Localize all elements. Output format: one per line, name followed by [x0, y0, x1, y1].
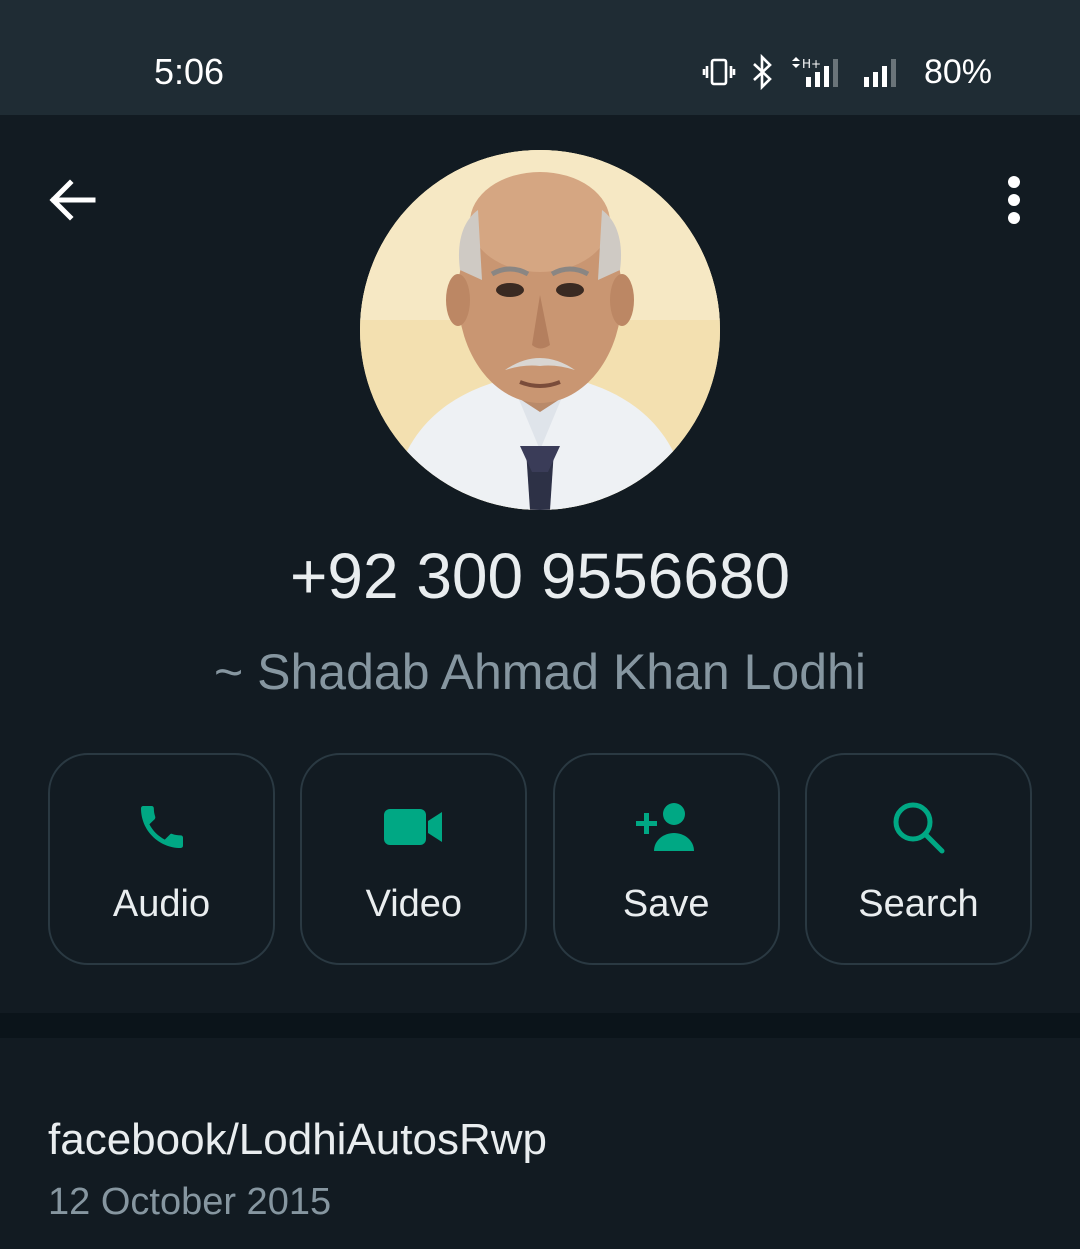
vibrate-icon [702, 55, 736, 89]
arrow-left-icon [49, 179, 96, 221]
status-bar: 5:06 H+ 80% [0, 0, 1080, 115]
save-contact-button[interactable]: Save [552, 753, 780, 965]
more-options-button[interactable] [990, 168, 1038, 232]
video-call-button[interactable]: Video [300, 753, 528, 965]
about-date: 12 October 2015 [48, 1181, 332, 1223]
more-vertical-icon [1008, 176, 1020, 224]
back-button[interactable] [40, 168, 104, 232]
status-icons: H+ 80% [702, 50, 992, 94]
audio-call-button[interactable]: Audio [48, 753, 275, 965]
contact-phone-number: +92 300 9556680 [289, 540, 791, 612]
mobile-data-hplus-signal-icon: H+ [790, 55, 848, 89]
add-person-icon [636, 803, 695, 851]
battery-text: 80% [923, 53, 992, 91]
profile-photo [360, 150, 720, 510]
contact-avatar[interactable] [360, 150, 720, 510]
search-button[interactable]: Search [804, 753, 1032, 965]
search-icon [893, 802, 945, 854]
about-text: facebook/LodhiAutosRwp [48, 1115, 547, 1164]
audio-call-label: Audio [112, 883, 211, 925]
section-divider [0, 1013, 1080, 1038]
video-call-label: Video [365, 883, 463, 925]
phone-icon [140, 806, 183, 848]
contact-actions: Audio Video Save Search [48, 753, 1032, 965]
bluetooth-icon [750, 54, 776, 90]
signal-icon [862, 55, 906, 89]
contact-push-name: ~ Shadab Ahmad Khan Lodhi [214, 644, 866, 700]
save-contact-label: Save [622, 883, 710, 925]
svg-text:H+: H+ [802, 57, 821, 71]
search-label: Search [858, 883, 979, 925]
video-camera-icon [383, 809, 442, 845]
status-time: 5:06 [154, 51, 225, 92]
